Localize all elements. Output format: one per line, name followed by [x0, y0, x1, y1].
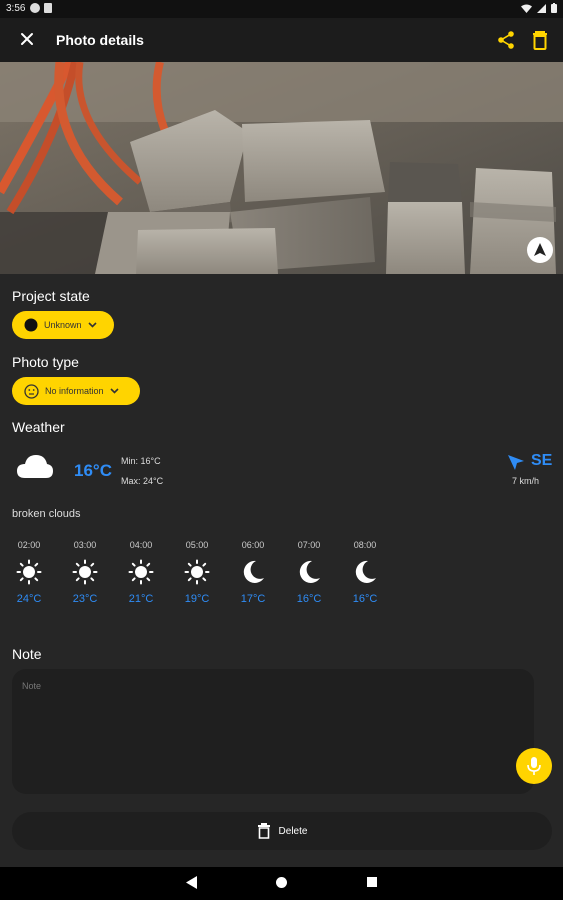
system-navigation-bar — [0, 867, 563, 900]
forecast-time: 07:00 — [297, 540, 321, 550]
sun-icon — [128, 559, 154, 585]
forecast-time: 04:00 — [129, 540, 153, 550]
app-bar: Photo details — [0, 18, 563, 62]
forecast-temperature: 24°C — [16, 593, 42, 605]
delete-label: Delete — [278, 825, 308, 837]
hourly-forecast-item: 02:00 24°C — [9, 540, 49, 605]
signal-icon — [537, 3, 546, 13]
status-bar: 3:56 — [0, 0, 563, 18]
notification-icons — [30, 3, 52, 13]
share-icon[interactable] — [496, 30, 516, 50]
moon-icon — [243, 560, 264, 583]
navigation-arrow-icon — [534, 243, 546, 256]
forecast-temperature: 16°C — [352, 593, 378, 605]
wind-direction: SE — [531, 452, 553, 469]
wind-speed: 7 km/h — [512, 476, 540, 486]
cloud-icon — [17, 455, 53, 478]
system-icons — [521, 3, 557, 13]
current-temperature: 16°C — [74, 461, 112, 480]
home-icon[interactable] — [276, 877, 287, 888]
close-icon[interactable] — [16, 28, 38, 50]
battery-icon — [551, 3, 557, 13]
forecast-temperature: 21°C — [128, 593, 154, 605]
sun-icon — [184, 559, 210, 585]
project-state-label: Project state — [12, 288, 90, 304]
recent-apps-icon[interactable] — [367, 877, 377, 887]
delete-button[interactable]: Delete — [12, 812, 552, 850]
chevron-down-icon — [109, 388, 119, 394]
hourly-forecast-item: 07:00 16°C — [289, 540, 329, 605]
min-temperature: Min: 16°C — [121, 456, 161, 466]
photo-image — [0, 62, 563, 274]
moon-icon — [355, 560, 376, 583]
project-photo[interactable] — [0, 62, 563, 274]
hourly-forecast-item: 08:00 16°C — [345, 540, 385, 605]
wifi-icon — [521, 4, 532, 13]
microphone-icon — [527, 757, 541, 775]
moon-icon — [299, 560, 320, 583]
forecast-time: 02:00 — [17, 540, 41, 550]
note-input[interactable]: Note — [12, 669, 534, 794]
photo-type-label: Photo type — [12, 354, 79, 370]
project-state-value: Unknown — [44, 320, 82, 330]
status-time: 3:56 — [6, 3, 26, 14]
sun-icon — [72, 559, 98, 585]
note-label: Note — [12, 646, 42, 662]
face-icon — [24, 383, 39, 399]
hourly-forecast-item: 04:00 21°C — [121, 540, 161, 605]
voice-input-button[interactable] — [516, 748, 552, 784]
hourly-forecast-item: 06:00 17°C — [233, 540, 273, 605]
project-state-dropdown[interactable]: Unknown — [12, 311, 114, 339]
forecast-time: 06:00 — [241, 540, 265, 550]
forecast-temperature: 17°C — [240, 593, 266, 605]
hourly-forecast-item: 05:00 19°C — [177, 540, 217, 605]
forecast-temperature: 19°C — [184, 593, 210, 605]
sd-card-icon — [44, 3, 52, 13]
forecast-temperature: 16°C — [296, 593, 322, 605]
notification-icon — [30, 3, 40, 13]
trash-icon — [257, 823, 270, 839]
delete-icon[interactable] — [531, 30, 549, 50]
weather-description: broken clouds — [12, 508, 81, 520]
state-circle-icon — [24, 318, 38, 332]
sun-icon — [16, 559, 42, 585]
weather-label: Weather — [12, 419, 65, 435]
hourly-forecast-item: 03:00 23°C — [65, 540, 105, 605]
forecast-time: 03:00 — [73, 540, 97, 550]
wind-direction-icon — [508, 455, 524, 470]
page-title: Photo details — [56, 32, 144, 48]
max-temperature: Max: 24°C — [121, 476, 164, 486]
chevron-down-icon — [87, 322, 97, 328]
compass-button[interactable] — [527, 237, 553, 263]
forecast-time: 08:00 — [353, 540, 377, 550]
forecast-time: 05:00 — [185, 540, 209, 550]
note-placeholder: Note — [22, 681, 42, 691]
forecast-temperature: 23°C — [72, 593, 98, 605]
back-icon[interactable] — [186, 876, 197, 889]
photo-type-dropdown[interactable]: No information — [12, 377, 140, 405]
photo-type-value: No information — [45, 386, 104, 396]
